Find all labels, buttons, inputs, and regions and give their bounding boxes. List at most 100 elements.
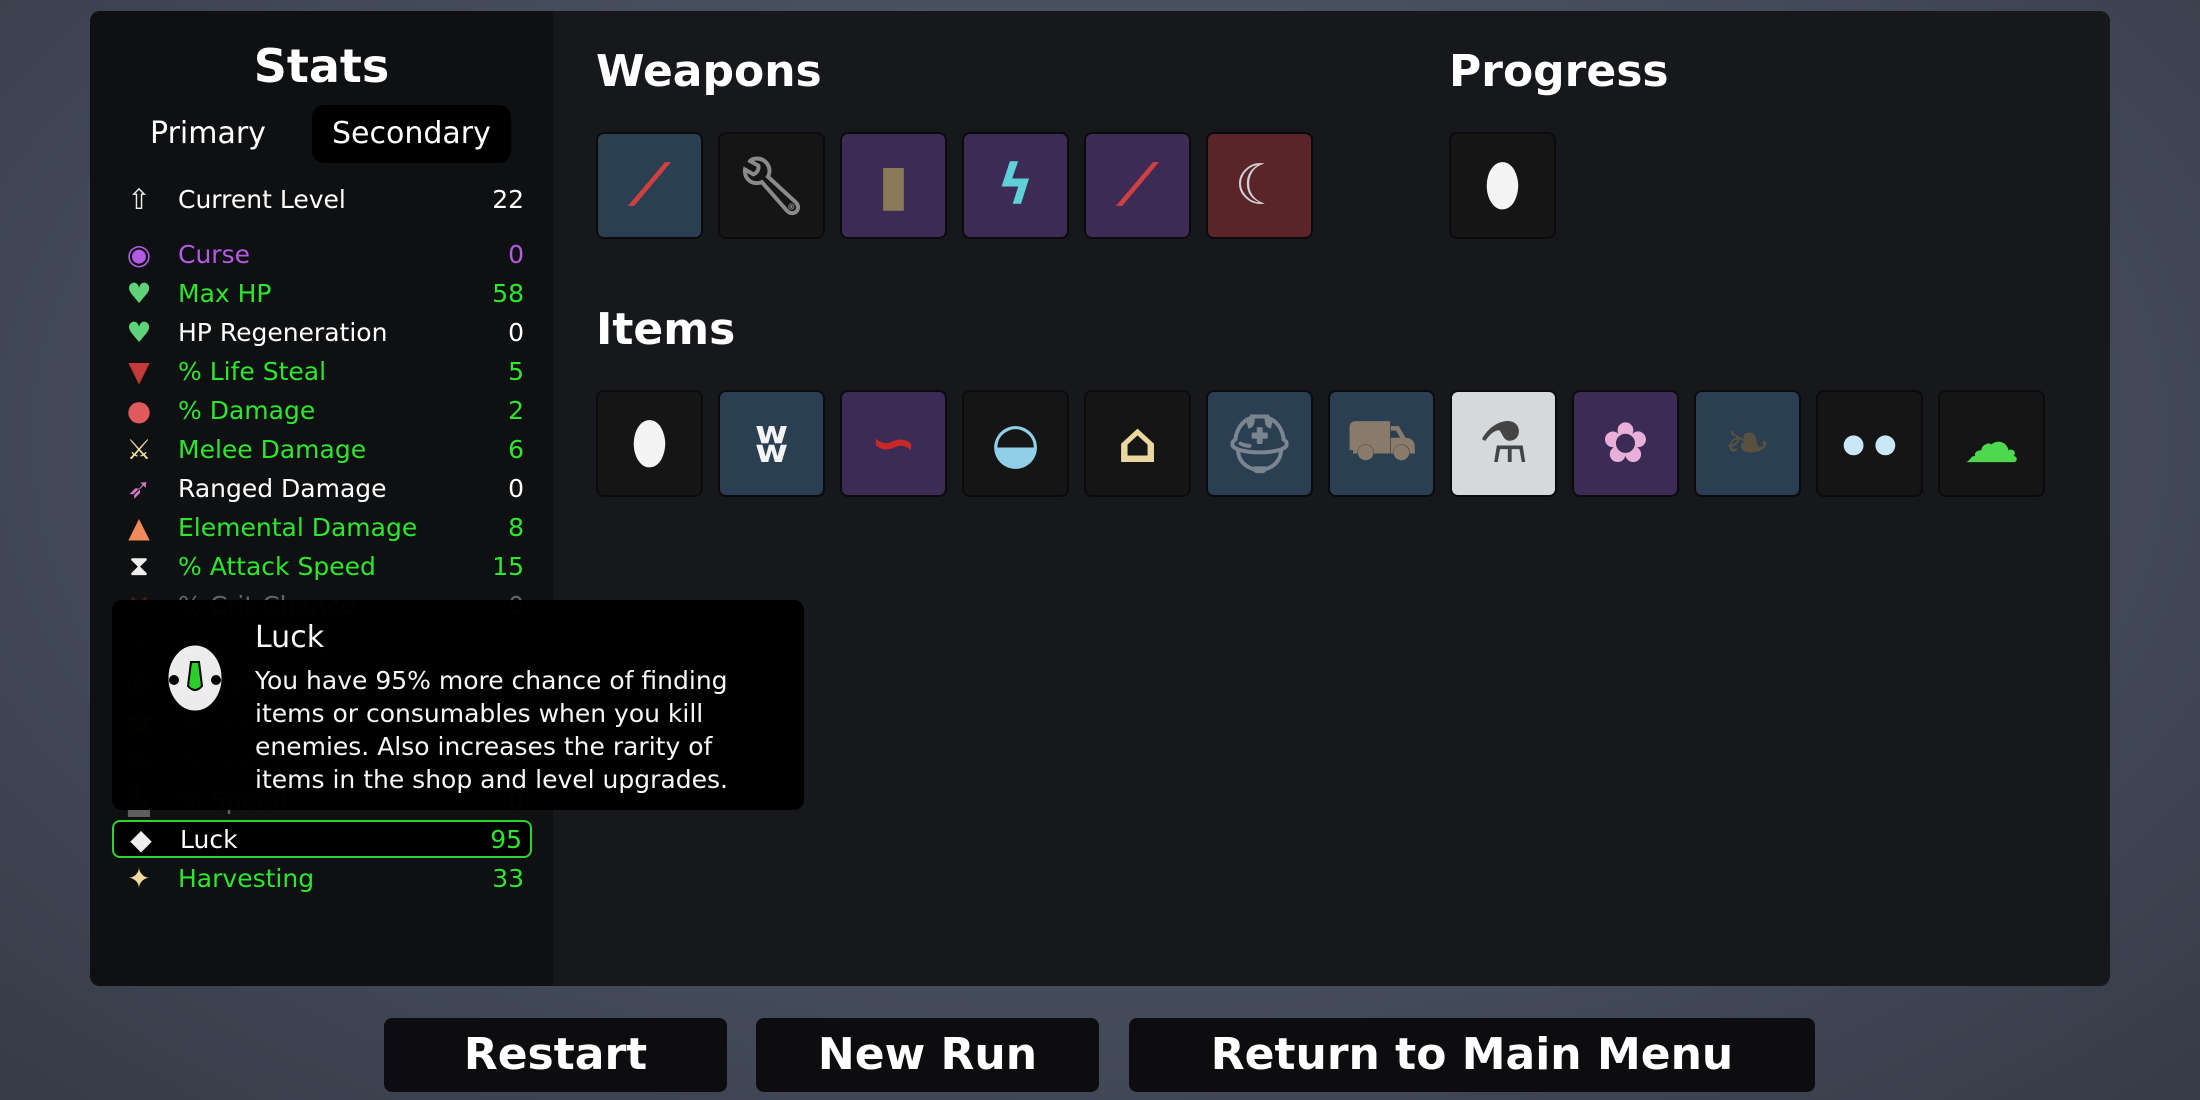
stat-label: Melee Damage — [178, 434, 367, 464]
stat-row-damage[interactable]: ● % Damage 2 — [112, 391, 532, 429]
bow-icon: ➶ — [127, 471, 151, 505]
helmet-icon: ⛑︎ — [1223, 411, 1296, 477]
stat-label: Elemental Damage — [178, 512, 418, 542]
cauldron-icon: ◒ — [991, 411, 1040, 476]
items-slot[interactable]: ⚗︎ — [1450, 390, 1557, 497]
stat-label: Max HP — [178, 278, 272, 308]
fist-icon: ● — [126, 393, 152, 427]
turret-icon: ⌂ — [1117, 411, 1158, 476]
stat-row-current-level[interactable]: ⇧ Current Level 22 — [112, 180, 532, 218]
items-slot[interactable]: ❧ — [1694, 390, 1801, 497]
items-slot[interactable]: ⛟︎ — [1328, 390, 1435, 497]
stat-row-ranged-damage[interactable]: ➶ Ranged Damage 0 — [112, 469, 532, 507]
items-slot[interactable]: ● ● — [1816, 390, 1923, 497]
slime-icon: ☁ — [1963, 411, 2020, 476]
stat-label: % Attack Speed — [178, 551, 376, 581]
weapons-slot[interactable]: ▮ — [840, 132, 947, 239]
progress-slot[interactable]: ⬮ — [1449, 132, 1556, 239]
lightning-shiv-icon: ϟ — [997, 153, 1034, 218]
stat-label: Ranged Damage — [178, 473, 387, 503]
stat-label: Luck — [180, 824, 238, 854]
items-heading: Items — [596, 304, 736, 355]
stat-row-curse[interactable]: ◉ Curse 0 — [112, 235, 532, 273]
dice-icon: ◆ — [130, 822, 152, 856]
items-slot[interactable]: ⛑︎ — [1206, 390, 1313, 497]
potion-flask-icon: ⚗︎ — [1478, 411, 1529, 476]
hourglass-icon: ⧗ — [129, 549, 149, 582]
weapons-slot[interactable]: 🔧︎ — [718, 132, 825, 239]
restart-button[interactable]: Restart — [384, 1018, 727, 1092]
heart-plus-icon: ♥ — [126, 315, 152, 349]
stat-value: 8 — [508, 512, 524, 542]
level-up-icon: ⇧ — [127, 182, 151, 216]
stat-value: 5 — [508, 356, 524, 386]
stats-panel: Stats Primary Secondary ⇧ Current Level 22… — [90, 11, 553, 986]
stat-value: 58 — [492, 278, 524, 308]
items-slot[interactable]: ⬮ — [596, 390, 703, 497]
flame-icon: ▲ — [128, 510, 150, 544]
sickle-icon: ☾ — [1234, 153, 1285, 218]
stat-label: HP Regeneration — [178, 317, 388, 347]
sword-icon: ⚔ — [126, 432, 152, 466]
tab-secondary[interactable]: Secondary — [312, 105, 511, 163]
items-slot[interactable]: ◒ — [962, 390, 1069, 497]
brain-icon: ✿ — [1602, 411, 1649, 476]
stat-value: 33 — [492, 863, 524, 893]
stat-value: 22 — [492, 184, 524, 214]
stat-row-luck[interactable]: ◆ Luck 95 — [112, 820, 532, 858]
weapons-slot[interactable]: ϟ — [962, 132, 1069, 239]
tab-primary[interactable]: Primary — [130, 105, 286, 163]
stat-label: Harvesting — [178, 863, 315, 893]
glasses-icon: ● ● — [1842, 428, 1897, 459]
tooltip-description: You have 95% more chance of finding item… — [255, 666, 728, 794]
stat-value: 2 — [508, 395, 524, 425]
stat-row-elemental-damage[interactable]: ▲ Elemental Damage 8 — [112, 508, 532, 546]
spider-egg-icon: ⬮ — [631, 410, 668, 476]
items-slot[interactable]: ⌂ — [1084, 390, 1191, 497]
stat-value: 0 — [508, 239, 524, 269]
wheat-icon: ✦ — [127, 861, 151, 895]
stats-title: Stats — [253, 39, 390, 93]
stat-row-max-hp[interactable]: ♥ Max HP 58 — [112, 274, 532, 312]
potato-character-icon: ⬮ — [1484, 152, 1521, 218]
stat-label: Curse — [178, 239, 250, 269]
curse-eye-icon: ◉ — [126, 237, 152, 271]
stat-row-harvesting[interactable]: ✦ Harvesting 33 — [112, 859, 532, 897]
weapons-slot[interactable]: ☾ — [1206, 132, 1313, 239]
items-slot[interactable]: ʬ — [718, 390, 825, 497]
stat-label: % Life Steal — [178, 356, 327, 386]
tooltip-title: Luck — [255, 620, 325, 655]
weapons-slot[interactable]: ⟋ — [596, 132, 703, 239]
return-to-main-menu-button[interactable]: Return to Main Menu — [1129, 1018, 1815, 1092]
fangs-icon: ▼ — [128, 354, 150, 388]
weapons-slot[interactable]: ⟋ — [1084, 132, 1191, 239]
stat-value: 95 — [490, 824, 522, 854]
screwdriver-icon: ⟋ — [1117, 152, 1158, 218]
stat-label: Current Level — [178, 184, 346, 214]
stick-icon: ▮ — [878, 153, 909, 218]
heart-icon: ♥ — [126, 276, 152, 310]
bandana-icon: ∽ — [870, 411, 917, 476]
screwdriver-icon: ⟋ — [629, 152, 670, 218]
stat-row-hp-regeneration[interactable]: ♥ HP Regeneration 0 — [112, 313, 532, 351]
leech-icon: ❧ — [1724, 411, 1771, 476]
new-run-button[interactable]: New Run — [756, 1018, 1099, 1092]
stat-value: 15 — [492, 551, 524, 581]
stat-row-attack-speed[interactable]: ⧗ % Attack Speed 15 — [112, 547, 532, 585]
stat-row-life-steal[interactable]: ▼ % Life Steal 5 — [112, 352, 532, 390]
stat-value: 0 — [508, 317, 524, 347]
stat-value: 6 — [508, 434, 524, 464]
stat-row-melee-damage[interactable]: ⚔ Melee Damage 6 — [112, 430, 532, 468]
potato-mask-icon — [164, 640, 226, 718]
wheelbarrow-icon: ⛟︎ — [1346, 407, 1417, 473]
wrench-icon: 🔧︎ — [735, 153, 808, 219]
items-slot[interactable]: ∽ — [840, 390, 947, 497]
items-slot[interactable]: ✿ — [1572, 390, 1679, 497]
progress-heading: Progress — [1449, 46, 1669, 97]
stat-label: % Damage — [178, 395, 316, 425]
items-slot[interactable]: ☁ — [1938, 390, 2045, 497]
weapons-heading: Weapons — [596, 46, 822, 97]
stat-tooltip: Luck You have 95% more chance of finding… — [112, 600, 804, 810]
stat-value: 0 — [508, 473, 524, 503]
rabbit-icon: ʬ — [754, 411, 789, 476]
